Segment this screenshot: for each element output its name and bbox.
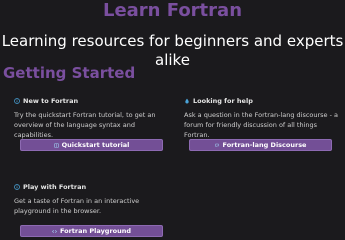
page: Learn Fortran Learning resources for beg… bbox=[0, 0, 345, 240]
card-description: Try the quickstart Fortran tutorial, to … bbox=[14, 111, 156, 139]
card-title: New to Fortran bbox=[23, 97, 79, 105]
fortran-lang-discourse-button[interactable]: Fortran-lang Discourse bbox=[189, 139, 332, 151]
info-icon bbox=[14, 98, 20, 104]
fortran-playground-button[interactable]: Fortran Playground bbox=[20, 225, 163, 237]
card-play-with-fortran: Play with Fortran Get a taste of Fortran… bbox=[14, 183, 164, 216]
card-description: Ask a question in the Fortran-lang disco… bbox=[184, 111, 339, 139]
question-icon bbox=[185, 98, 189, 104]
book-icon bbox=[53, 142, 59, 148]
card-looking-for-help: Looking for help Ask a question in the F… bbox=[184, 97, 342, 140]
page-title: Learn Fortran bbox=[102, 0, 243, 21]
comments-icon bbox=[214, 143, 219, 148]
button-label: Quickstart tutorial bbox=[61, 141, 130, 149]
button-label: Fortran-lang Discourse bbox=[222, 141, 307, 149]
info-icon bbox=[14, 184, 20, 190]
card-description: Get a taste of Fortran in an interactive… bbox=[14, 197, 140, 215]
code-icon bbox=[52, 229, 57, 233]
card-new-to-fortran: New to Fortran Try the quickstart Fortra… bbox=[14, 97, 164, 140]
section-heading-getting-started: Getting Started bbox=[3, 64, 136, 82]
card-title: Looking for help bbox=[193, 97, 253, 105]
button-label: Fortran Playground bbox=[59, 227, 132, 235]
quickstart-tutorial-button[interactable]: Quickstart tutorial bbox=[20, 139, 163, 151]
card-title: Play with Fortran bbox=[23, 183, 87, 191]
